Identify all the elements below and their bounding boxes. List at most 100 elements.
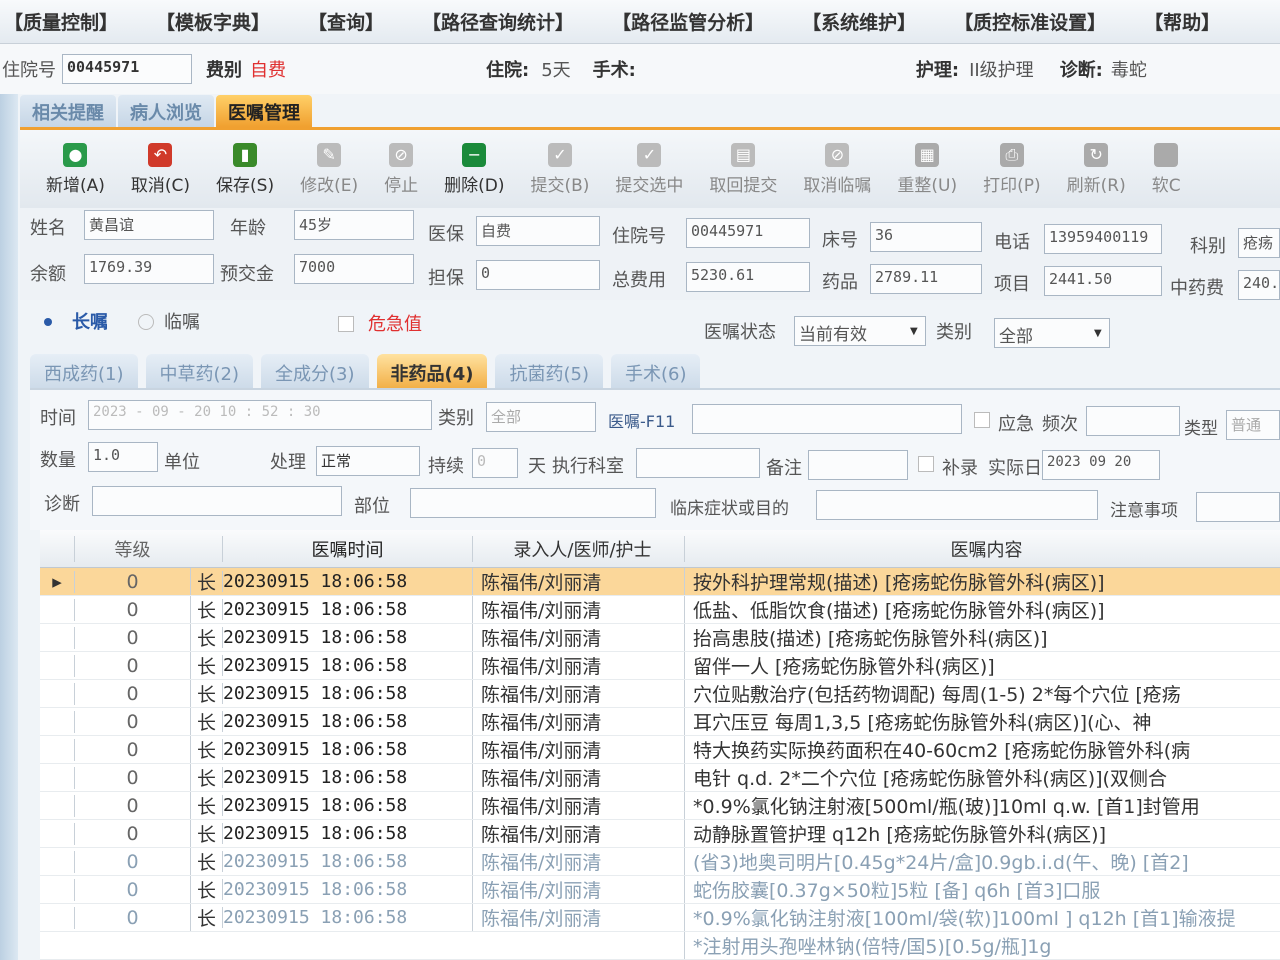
menu-item[interactable]: 【路径监管分析】 <box>612 8 764 35</box>
menu-item[interactable]: 【路径查询统计】 <box>422 8 574 35</box>
toolbar-button[interactable]: ⊘ 取消临嘱 <box>803 142 871 196</box>
header-time[interactable]: 医嘱时间 <box>222 535 472 562</box>
order-type-tab[interactable]: 西成药(1) <box>30 354 138 388</box>
note-input[interactable] <box>808 450 908 480</box>
phone-field[interactable]: 13959400119 <box>1044 224 1162 254</box>
toolbar-button[interactable]: ▮ 保存(S) <box>216 142 274 196</box>
dept-field[interactable]: 疮疡 <box>1238 228 1280 258</box>
supplement-checkbox[interactable] <box>918 456 934 472</box>
diagnosis-input[interactable] <box>92 486 342 516</box>
table-row[interactable]: 0 长 20230915 18:06:58 陈福伟/刘丽清 电针 q.d. 2*二个穴位… <box>40 764 1280 792</box>
toolbar-button[interactable]: ⊘ 停止 <box>384 142 418 196</box>
bed-field[interactable]: 36 <box>870 222 982 252</box>
status-select[interactable]: 当前有效 <box>794 316 926 346</box>
toolbar-button[interactable]: ● 新增(A) <box>46 142 105 196</box>
main-tabs: 相关提醒 病人浏览 医嘱管理 <box>20 94 1280 130</box>
table-row[interactable]: ▸ 0 长 20230915 18:06:58 陈福伟/刘丽清 按外科护理常规(描述) [… <box>40 568 1280 596</box>
table-row[interactable]: 0 长 20230915 18:06:58 陈福伟/刘丽清 耳穴压豆 每周1,3,5 [… <box>40 708 1280 736</box>
category-select[interactable]: 全部 <box>994 318 1110 348</box>
table-row[interactable]: *注射用头孢唑林钠(倍特/国5)[0.5g/瓶]1g <box>40 932 1280 960</box>
order-type-tab[interactable]: 非药品(4) <box>376 354 488 388</box>
attention-input[interactable] <box>1196 492 1280 522</box>
critical-checkbox[interactable] <box>338 316 354 332</box>
menu-item[interactable]: 【帮助】 <box>1144 8 1220 35</box>
drug-field[interactable]: 2789.11 <box>870 264 982 294</box>
duration-stepper[interactable]: 0 <box>472 448 518 478</box>
admission-id-field[interactable]: 00445971 <box>686 218 810 248</box>
id-value[interactable]: 00445971 <box>62 54 192 84</box>
table-row[interactable]: 0 长 20230915 18:06:58 陈福伟/刘丽清 穴位贴敷治疗(包括药物调配)… <box>40 680 1280 708</box>
tab-patient-browse[interactable]: 病人浏览 <box>118 95 214 127</box>
toolbar-button-label: 打印(P) <box>983 175 1041 196</box>
order-type-tab[interactable]: 抗菌药(5) <box>495 354 603 388</box>
order-type-tab[interactable]: 手术(6) <box>610 354 701 388</box>
toolbar-button[interactable]: ↻ 刷新(R) <box>1067 142 1126 196</box>
emergency-checkbox[interactable] <box>974 412 990 428</box>
order-type-tab[interactable]: 中草药(2) <box>145 354 253 388</box>
actual-date-label: 实际日 <box>988 458 1042 479</box>
menu-item[interactable]: 【模板字典】 <box>156 8 270 35</box>
item-field[interactable]: 2441.50 <box>1044 266 1162 296</box>
row-level: 0 <box>74 850 190 873</box>
quantity-stepper[interactable]: 1.0 <box>88 442 158 472</box>
herb-field[interactable]: 240. <box>1238 270 1280 300</box>
table-row[interactable]: 0 长 20230915 18:06:58 陈福伟/刘丽清 抬高患肢(描述) [疮疡蛇伤… <box>40 624 1280 652</box>
radio-long-dot-icon[interactable] <box>44 318 52 326</box>
table-row[interactable]: 0 长 20230915 18:06:58 陈福伟/刘丽清 动静脉置管护理 q12h [… <box>40 820 1280 848</box>
tab-order-management[interactable]: 医嘱管理 <box>216 95 312 127</box>
day-label: 天 <box>528 456 546 477</box>
toolbar-button[interactable]: ✓ 提交(B) <box>530 142 589 196</box>
toolbar-button[interactable]: ↶ 取消(C) <box>131 142 190 196</box>
guarantee-field[interactable]: 0 <box>476 260 600 290</box>
radio-temp-label[interactable]: 临嘱 <box>164 308 200 334</box>
type-field[interactable]: 普通 <box>1226 410 1280 440</box>
header-content[interactable]: 医嘱内容 <box>684 535 1280 562</box>
insurance-field[interactable]: 自费 <box>476 216 600 246</box>
menu-item[interactable]: 【系统维护】 <box>802 8 916 35</box>
chevron-down-icon[interactable]: ▼ <box>1094 328 1102 339</box>
name-field[interactable]: 黄昌谊 <box>84 210 214 240</box>
balance-field[interactable]: 1769.39 <box>84 254 214 284</box>
menu-item[interactable]: 【质控标准设置】 <box>954 8 1106 35</box>
header-entered-by[interactable]: 录入人/医师/护士 <box>472 535 684 562</box>
chevron-down-icon[interactable]: ▼ <box>910 326 918 337</box>
table-row[interactable]: 0 长 20230915 18:06:58 陈福伟/刘丽清 特大换药实际换药面积在40-… <box>40 736 1280 764</box>
total-field[interactable]: 5230.61 <box>686 262 810 292</box>
form-category-select[interactable]: 全部 <box>486 402 596 432</box>
process-select[interactable]: 正常 <box>316 446 420 476</box>
table-row[interactable]: 0 长 20230915 18:06:58 陈福伟/刘丽清 蛇伤胶囊[0.37g×50粒… <box>40 876 1280 904</box>
exec-dept-select[interactable] <box>636 448 760 478</box>
tab-reminders[interactable]: 相关提醒 <box>20 95 116 127</box>
left-side-strip[interactable] <box>0 94 18 960</box>
toolbar-button[interactable]: ▤ 取回提交 <box>709 142 777 196</box>
toolbar-button[interactable]: ⎙ 打印(P) <box>983 142 1041 196</box>
actual-date-field[interactable]: 2023 09 20 <box>1042 450 1160 480</box>
radio-long-label[interactable]: 长嘱 <box>72 308 108 334</box>
menu-item[interactable]: 【查询】 <box>308 8 384 35</box>
age-field[interactable]: 45岁 <box>294 210 414 240</box>
site-input[interactable] <box>410 488 656 518</box>
symptom-input[interactable] <box>816 490 1098 520</box>
table-row[interactable]: 0 长 20230915 18:06:58 陈福伟/刘丽清 (省3)地奥司明片[0.45… <box>40 848 1280 876</box>
toolbar-button[interactable]: 软C <box>1152 142 1181 196</box>
toolbar-button[interactable]: ✎ 修改(E) <box>300 142 358 196</box>
table-row[interactable]: 0 长 20230915 18:06:58 陈福伟/刘丽清 *0.9%氯化钠注射液[10… <box>40 904 1280 932</box>
table-row[interactable]: 0 长 20230915 18:06:58 陈福伟/刘丽清 留伴一人 [疮疡蛇伤脉管外科… <box>40 652 1280 680</box>
header-level[interactable]: 等级 <box>74 535 190 562</box>
table-row[interactable]: 0 长 20230915 18:06:58 陈福伟/刘丽清 低盐、低脂饮食(描述) [疮… <box>40 596 1280 624</box>
frequency-input[interactable] <box>1086 406 1180 436</box>
toolbar-button[interactable]: ✓ 提交选中 <box>615 142 683 196</box>
table-row[interactable]: 0 长 20230915 18:06:58 陈福伟/刘丽清 *0.9%氯化钠注射液[50… <box>40 792 1280 820</box>
order-type-tab[interactable]: 全成分(3) <box>261 354 369 388</box>
menu-item[interactable]: 【质量控制】 <box>4 8 118 35</box>
process-label: 处理 <box>270 452 306 473</box>
order-search-input[interactable] <box>692 404 962 434</box>
grid-body: ▸ 0 长 20230915 18:06:58 陈福伟/刘丽清 按外科护理常规(描述) [… <box>40 568 1280 960</box>
prepay-field[interactable]: 7000 <box>294 254 414 284</box>
row-level: 0 <box>74 906 190 929</box>
toolbar-button[interactable]: ▦ 重整(U) <box>897 142 957 196</box>
radio-temp-icon[interactable] <box>138 314 154 330</box>
toolbar-icon: ▤ <box>731 142 756 167</box>
time-field[interactable]: 2023 - 09 - 20 10 : 52 : 30 <box>88 400 432 430</box>
toolbar-button[interactable]: − 删除(D) <box>444 142 504 196</box>
